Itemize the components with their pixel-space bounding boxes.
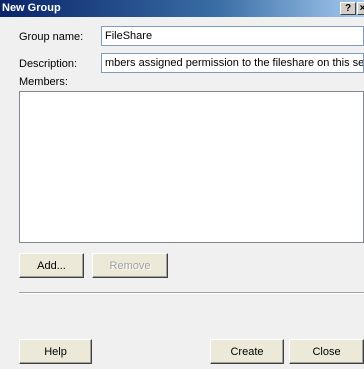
new-group-dialog: New Group ? × Group name: FileShare Desc… bbox=[0, 0, 364, 369]
remove-button[interactable]: Remove bbox=[92, 253, 168, 278]
title-bar: New Group ? × bbox=[0, 0, 364, 17]
close-icon: × bbox=[359, 3, 364, 14]
create-button[interactable]: Create bbox=[210, 339, 284, 364]
description-input[interactable]: mbers assigned permission to the filesha… bbox=[101, 53, 364, 73]
members-label: Members: bbox=[19, 76, 68, 88]
window-title: New Group bbox=[2, 2, 61, 14]
close-title-button[interactable]: × bbox=[357, 2, 364, 15]
add-button[interactable]: Add... bbox=[19, 253, 84, 278]
group-name-input[interactable]: FileShare bbox=[101, 26, 364, 46]
question-mark-icon: ? bbox=[344, 3, 352, 14]
members-list[interactable] bbox=[19, 91, 364, 243]
help-title-button[interactable]: ? bbox=[340, 2, 356, 15]
description-label: Description: bbox=[19, 58, 78, 70]
separator bbox=[19, 292, 364, 294]
group-name-label: Group name: bbox=[19, 31, 84, 43]
help-button[interactable]: Help bbox=[19, 339, 92, 364]
close-button[interactable]: Close bbox=[289, 339, 364, 364]
